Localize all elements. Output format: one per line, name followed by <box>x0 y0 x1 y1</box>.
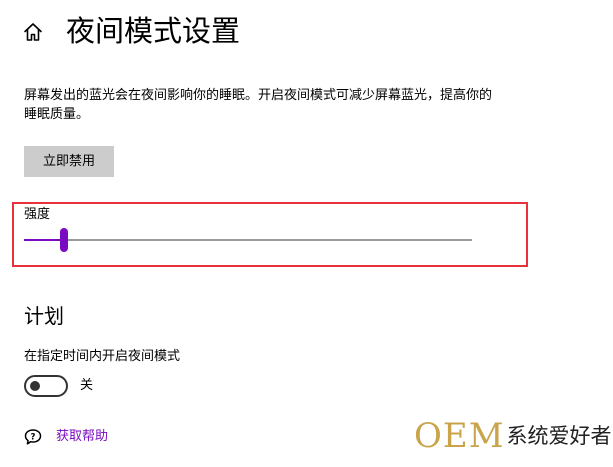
home-button[interactable] <box>22 21 44 43</box>
page-title: 夜间模式设置 <box>66 14 241 48</box>
get-help-link[interactable]: 获取帮助 <box>56 428 108 446</box>
night-light-description: 屏幕发出的蓝光会在夜间影响你的睡眠。开启夜间模式可减少屏幕蓝光，提高你的睡眠质量… <box>24 88 493 122</box>
slider-track <box>24 239 472 241</box>
watermark-logo: OEM系统爱好者 <box>414 416 612 456</box>
watermark-oem: OEM <box>414 416 505 456</box>
toggle-knob <box>30 381 40 391</box>
schedule-label: 在指定时间内开启夜间模式 <box>24 349 181 364</box>
slider-fill <box>24 239 64 241</box>
disable-now-button[interactable]: 立即禁用 <box>24 146 114 177</box>
svg-text:?: ? <box>31 432 36 442</box>
strength-label: 强度 <box>24 207 51 222</box>
strength-slider[interactable] <box>24 228 472 252</box>
slider-thumb[interactable] <box>60 228 68 252</box>
schedule-section-title: 计划 <box>24 304 64 328</box>
home-icon <box>22 21 44 43</box>
help-chat-icon: ? <box>24 428 42 446</box>
toggle-state-label: 关 <box>80 378 94 393</box>
watermark-text: 系统爱好者 <box>506 424 612 448</box>
schedule-toggle[interactable] <box>24 375 68 397</box>
